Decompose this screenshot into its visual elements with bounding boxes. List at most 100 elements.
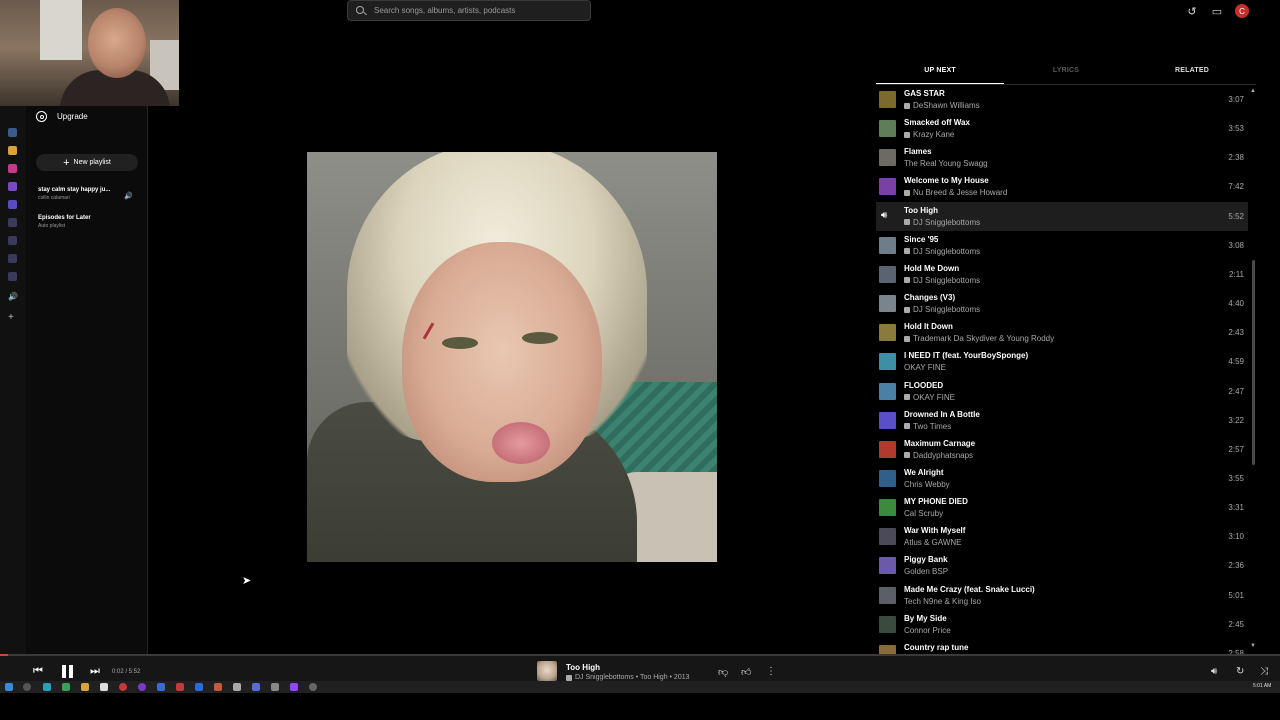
queue-row[interactable]: GAS STAR DeShawn Williams 3:07 [876, 85, 1248, 114]
scroll-up-arrow-icon[interactable]: ▲ [1250, 88, 1256, 94]
more-options-icon[interactable]: ⋮ [766, 666, 776, 677]
app-icon[interactable] [233, 683, 241, 691]
app-icon[interactable] [8, 254, 17, 263]
queue-row[interactable]: Made Me Crazy (feat. Snake Lucci) Tech N9… [876, 581, 1248, 610]
track-artist-name[interactable]: OKAY FINE [913, 393, 955, 402]
tab-lyrics[interactable]: LYRICS [1004, 67, 1128, 74]
start-icon[interactable] [5, 683, 13, 691]
cast-icon[interactable]: ▭ [1210, 4, 1224, 18]
queue-row[interactable]: MY PHONE DIED Cal Scruby 3:31 [876, 493, 1248, 522]
queue-row[interactable]: 🔊︎ Too High DJ Snigglebottoms 5:52 [876, 201, 1248, 231]
track-thumbnail[interactable] [879, 178, 896, 196]
now-playing-meta[interactable]: DJ Snigglebottoms • Too High • 2013 [575, 674, 690, 681]
app-icon[interactable] [119, 683, 127, 691]
queue-row[interactable]: Maximum Carnage Daddyphatsnaps 2:57 [876, 435, 1248, 464]
next-button[interactable]: ⏭ [90, 665, 100, 678]
track-artist-name[interactable]: DJ Snigglebottoms [913, 305, 980, 314]
track-artist-name[interactable]: Krazy Kane [913, 130, 954, 139]
track-artist-name[interactable]: DJ Snigglebottoms [913, 276, 980, 285]
app-icon[interactable] [138, 683, 146, 691]
app-icon[interactable] [8, 128, 17, 137]
avatar[interactable]: C [1235, 4, 1249, 18]
queue-row[interactable]: Drowned In A Bottle Two Times 3:22 [876, 406, 1248, 435]
like-icon[interactable]: 👍︎ [741, 666, 751, 678]
track-thumbnail[interactable] [879, 615, 896, 633]
progress-track[interactable] [0, 654, 1280, 656]
app-icon[interactable] [176, 683, 184, 691]
track-thumbnail[interactable] [879, 586, 896, 604]
new-playlist-button[interactable]: + New playlist [36, 154, 138, 171]
track-thumbnail[interactable] [879, 644, 896, 654]
queue-row[interactable]: Piggy Bank Golden BSP 2:36 [876, 551, 1248, 580]
now-playing-title[interactable]: Too High [566, 663, 600, 672]
app-icon[interactable] [8, 200, 17, 209]
app-icon[interactable] [309, 683, 317, 691]
track-artist-name[interactable]: OKAY FINE [904, 363, 946, 372]
app-icon[interactable] [8, 218, 17, 227]
app-icon[interactable] [8, 182, 17, 191]
track-artist-name[interactable]: Tech N9ne & King Iso [904, 597, 981, 606]
track-artist-name[interactable]: The Real Young Swagg [904, 159, 988, 168]
track-thumbnail[interactable] [879, 353, 896, 371]
queue-row[interactable]: We Alright Chris Webby 3:55 [876, 464, 1248, 493]
track-artist-name[interactable]: Chris Webby [904, 480, 950, 489]
queue-row[interactable]: Changes (V3) DJ Snigglebottoms 4:40 [876, 289, 1248, 318]
queue-row[interactable]: By My Side Connor Price 2:45 [876, 610, 1248, 639]
add-icon[interactable]: + [8, 312, 14, 323]
steam-icon[interactable] [195, 683, 203, 691]
app-icon[interactable] [157, 683, 165, 691]
search-bar[interactable] [347, 0, 591, 21]
folder-icon[interactable] [81, 683, 89, 691]
track-artist-name[interactable]: Golden BSP [904, 567, 948, 576]
edge-icon[interactable] [43, 683, 51, 691]
queue-row[interactable]: I NEED IT (feat. YourBoySponge) OKAY FINE… [876, 347, 1248, 376]
track-artist-name[interactable]: DJ Snigglebottoms [913, 247, 980, 256]
track-thumbnail[interactable] [879, 295, 896, 313]
track-thumbnail[interactable] [879, 265, 896, 283]
playlist-item[interactable]: Episodes for Later Auto playlist [38, 215, 91, 229]
app-icon[interactable] [8, 236, 17, 245]
shuffle-icon[interactable]: ⤨ [1260, 666, 1268, 677]
track-artist-name[interactable]: DJ Snigglebottoms [913, 218, 980, 227]
track-thumbnail[interactable] [879, 557, 896, 575]
app-icon[interactable] [214, 683, 222, 691]
history-icon[interactable]: ↺ [1185, 4, 1199, 18]
queue-row[interactable]: Welcome to My House Nu Breed & Jesse Howa… [876, 172, 1248, 201]
app-icon[interactable] [62, 683, 70, 691]
twitch-icon[interactable] [290, 683, 298, 691]
track-artist-name[interactable]: DeShawn Williams [913, 101, 980, 110]
previous-button[interactable]: ⏮ [33, 665, 43, 678]
queue-row[interactable]: Hold It Down Trademark Da Skydiver & Youn… [876, 318, 1248, 347]
search-input[interactable] [374, 6, 574, 15]
track-artist-name[interactable]: Atlus & GAWNE [904, 538, 962, 547]
track-artist-name[interactable]: Daddyphatsnaps [913, 451, 973, 460]
app-icon[interactable] [8, 146, 17, 155]
track-artist-name[interactable]: Trademark Da Skydiver & Young Roddy [913, 334, 1054, 343]
dislike-icon[interactable]: 👎︎ [718, 666, 728, 678]
track-thumbnail[interactable] [879, 440, 896, 458]
volume-icon[interactable]: 🔊︎ [1211, 666, 1217, 677]
repeat-icon[interactable]: ↻ [1236, 666, 1244, 677]
queue-row[interactable]: FLOODED OKAY FINE 2:47 [876, 377, 1248, 406]
track-thumbnail[interactable] [879, 236, 896, 254]
tab-related[interactable]: RELATED [1128, 67, 1256, 74]
search-taskbar-icon[interactable] [23, 683, 31, 691]
track-thumbnail[interactable] [879, 469, 896, 487]
track-artist-name[interactable]: Two Times [913, 422, 951, 431]
track-thumbnail[interactable] [879, 411, 896, 429]
track-thumbnail[interactable] [879, 120, 896, 138]
queue-row[interactable]: Since '95 DJ Snigglebottoms 3:08 [876, 231, 1248, 260]
queue-row[interactable]: War With Myself Atlus & GAWNE 3:10 [876, 522, 1248, 551]
app-icon[interactable] [271, 683, 279, 691]
track-thumbnail[interactable] [879, 382, 896, 400]
track-thumbnail[interactable] [879, 499, 896, 517]
app-icon[interactable] [8, 272, 17, 281]
playlist-item[interactable]: stay calm stay happy ju... collin calama… [38, 187, 110, 201]
queue-row[interactable]: Flames The Real Young Swagg 2:38 [876, 143, 1248, 172]
tab-up-next[interactable]: UP NEXT [876, 67, 1004, 74]
pause-button[interactable] [58, 663, 76, 680]
track-artist-name[interactable]: Nu Breed & Jesse Howard [913, 188, 1007, 197]
track-artist-name[interactable]: Cal Scruby [904, 509, 943, 518]
upgrade-link[interactable]: Upgrade [36, 111, 88, 122]
track-artist-name[interactable]: Connor Price [904, 626, 951, 635]
